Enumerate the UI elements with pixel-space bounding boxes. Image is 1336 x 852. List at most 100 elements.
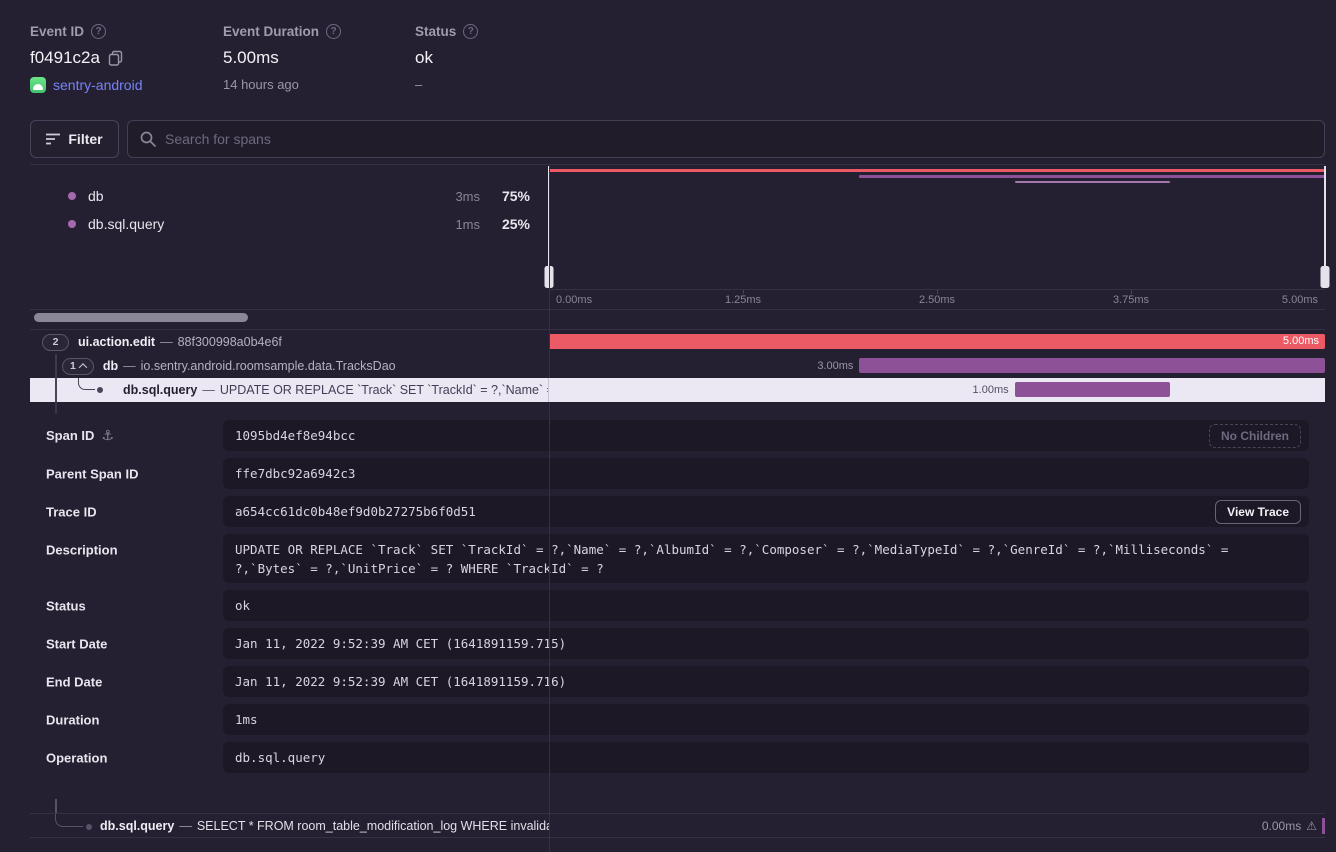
detail-value: ok (223, 590, 1309, 621)
separator: — (160, 335, 173, 349)
project-link[interactable]: sentry-android (30, 77, 143, 93)
detail-value: UPDATE OR REPLACE `Track` SET `TrackId` … (223, 534, 1309, 583)
operations-breakdown: db 3ms 75% db.sql.query 1ms 25% (30, 164, 549, 308)
detail-row-trace-id: Trace ID a654cc61dc0b48ef9d0b27275b6f0d5… (30, 496, 1325, 527)
legend-item-db[interactable]: db 3ms 75% (30, 182, 549, 210)
status-value: ok (415, 48, 433, 68)
chevron-up-icon (79, 363, 87, 371)
span-op: db (103, 359, 118, 373)
span-bar[interactable]: 5.00ms (549, 334, 1325, 349)
span-row-db-sql-query-selected[interactable]: db.sql.query — UPDATE OR REPLACE `Track`… (30, 378, 1325, 402)
separator: — (179, 819, 192, 833)
view-trace-button[interactable]: View Trace (1215, 500, 1301, 524)
minimap-bar-query (1015, 181, 1170, 183)
detail-label: Parent Span ID (46, 466, 138, 481)
detail-value: 1ms (223, 704, 1309, 735)
detail-label: Trace ID (46, 504, 97, 519)
minimap-bar-db (859, 175, 1325, 178)
span-tree: 2 ui.action.edit — 88f300998a0b4e6f 5.00… (30, 330, 1325, 402)
zero-duration-bar (1322, 818, 1325, 834)
span-duration: 0.00ms (1262, 819, 1301, 833)
separator: — (123, 359, 136, 373)
event-id-value: f0491c2a (30, 48, 100, 68)
children-count-badge[interactable]: 1 (62, 358, 94, 375)
status-block: Status ? ok – (415, 24, 478, 92)
detail-label: Start Date (46, 636, 107, 651)
no-children-button: No Children (1209, 424, 1301, 448)
separator: — (202, 383, 215, 397)
help-icon[interactable]: ? (463, 24, 478, 39)
legend-item-db-sql-query[interactable]: db.sql.query 1ms 25% (30, 210, 549, 238)
event-duration-label: Event Duration (223, 24, 319, 39)
span-bar[interactable] (859, 358, 1325, 373)
android-platform-icon (30, 77, 46, 93)
detail-row-start-date: Start Date Jan 11, 2022 9:52:39 AM CET (… (30, 628, 1325, 659)
copy-icon[interactable] (108, 50, 123, 66)
span-desc: io.sentry.android.roomsample.data.Tracks… (141, 359, 396, 373)
help-icon[interactable]: ? (91, 24, 106, 39)
detail-value: db.sql.query (223, 742, 1309, 773)
event-id-block: Event ID ? f0491c2a sentry-android (30, 24, 143, 93)
span-duration: 1.00ms (973, 378, 1009, 402)
axis-tick: 3.75ms (1113, 294, 1149, 306)
span-op: db.sql.query (123, 383, 197, 397)
legend-op: db (88, 188, 104, 204)
anchor-icon[interactable]: ⚓ (101, 428, 114, 444)
time-axis: 0.00ms 1.25ms 2.50ms 3.75ms 5.00ms (549, 289, 1325, 309)
legend-time: 1ms (420, 217, 480, 232)
detail-value: 1095bd4ef8e94bcc No Children (223, 420, 1309, 451)
color-dot (68, 192, 76, 200)
project-name: sentry-android (53, 77, 143, 93)
span-row-ui-action-edit[interactable]: 2 ui.action.edit — 88f300998a0b4e6f 5.00… (30, 330, 1325, 354)
filter-button[interactable]: Filter (30, 120, 119, 158)
detail-row-parent-span-id: Parent Span ID ffe7dbc92a6942c3 (30, 458, 1325, 489)
filter-icon (46, 133, 60, 145)
event-id-label: Event ID (30, 24, 84, 39)
detail-row-description: Description UPDATE OR REPLACE `Track` SE… (30, 534, 1325, 583)
span-bar[interactable] (1015, 382, 1170, 397)
event-id-label-row: Event ID ? (30, 24, 143, 39)
span-desc: 88f300998a0b4e6f (178, 335, 282, 349)
detail-row-span-id: Span ID ⚓ 1095bd4ef8e94bcc No Children (30, 420, 1325, 451)
event-age: 14 hours ago (223, 77, 341, 92)
minimap-right-handle[interactable] (1324, 166, 1326, 286)
span-desc: SELECT * FROM room_table_modification_lo… (197, 819, 549, 833)
detail-label: Duration (46, 712, 99, 727)
color-dot (68, 220, 76, 228)
span-op: ui.action.edit (78, 335, 155, 349)
tree-guide-line (55, 799, 57, 813)
axis-tick: 2.50ms (919, 294, 955, 306)
detail-label: Description (46, 543, 118, 558)
tree-horizontal-scrollbar[interactable] (30, 309, 549, 329)
legend-pct: 75% (488, 188, 530, 204)
trace-minimap[interactable] (549, 164, 1325, 289)
detail-label: Status (46, 598, 86, 613)
span-row-db-sql-query-select[interactable]: db.sql.query — SELECT * FROM room_table_… (30, 813, 1325, 838)
span-desc: UPDATE OR REPLACE `Track` SET `TrackId` … (220, 383, 549, 397)
detail-row-operation: Operation db.sql.query (30, 742, 1325, 773)
axis-tick: 1.25ms (725, 294, 761, 306)
tree-column-divider (549, 164, 550, 852)
drag-grip[interactable] (1321, 266, 1330, 288)
span-duration: 5.00ms (1283, 334, 1319, 349)
span-duration: 3.00ms (817, 354, 853, 378)
legend-pct: 25% (488, 216, 530, 232)
event-duration-value: 5.00ms (223, 48, 279, 68)
children-count-badge[interactable]: 2 (42, 334, 69, 351)
tree-elbow-connector (55, 814, 83, 827)
detail-label: Operation (46, 750, 107, 765)
minimap-bar-root (549, 169, 1325, 172)
span-op: db.sql.query (100, 819, 174, 833)
event-duration-block: Event Duration ? 5.00ms 14 hours ago (223, 24, 341, 92)
scrollbar-thumb[interactable] (34, 313, 248, 322)
detail-row-status: Status ok (30, 590, 1325, 621)
search-icon (140, 131, 156, 147)
detail-row-duration: Duration 1ms (30, 704, 1325, 735)
span-row-db[interactable]: 1 db — io.sentry.android.roomsample.data… (30, 354, 1325, 378)
search-input[interactable] (165, 131, 1312, 147)
span-details-panel: Span ID ⚓ 1095bd4ef8e94bcc No Children P… (30, 413, 1325, 793)
help-icon[interactable]: ? (326, 24, 341, 39)
detail-value: Jan 11, 2022 9:52:39 AM CET (1641891159.… (223, 666, 1309, 697)
axis-tick: 5.00ms (1282, 294, 1318, 306)
detail-value: Jan 11, 2022 9:52:39 AM CET (1641891159.… (223, 628, 1309, 659)
